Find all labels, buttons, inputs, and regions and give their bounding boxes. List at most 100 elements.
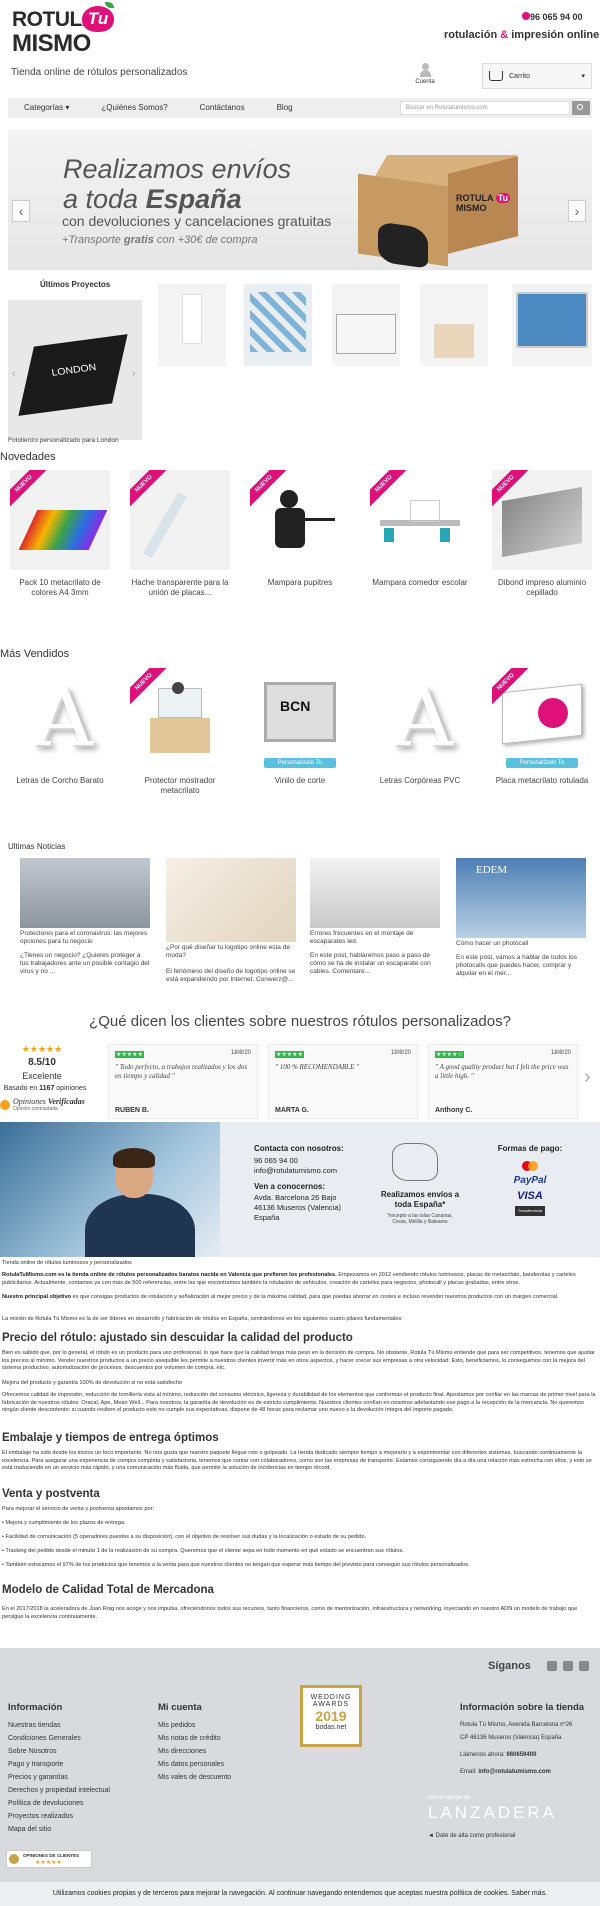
product-name[interactable]: Letras de Corcho Barato xyxy=(10,776,110,786)
project-main-image[interactable]: LONDON ‹ › xyxy=(8,300,142,440)
news-card-title[interactable]: Protectores para el coronavirus: las mej… xyxy=(20,930,150,946)
product-card[interactable]: NUEVO Mampara comedor escolar xyxy=(370,470,470,588)
score-box: ★★★★★ 8.5/10 Excelente xyxy=(12,1044,72,1081)
visa-logo: VISA xyxy=(517,1190,543,1202)
cart-button[interactable]: Carrito ▾ xyxy=(482,63,592,89)
visit-title: Ven a conocernos: xyxy=(254,1182,326,1191)
project-thumb[interactable] xyxy=(244,284,312,366)
product-card[interactable]: NUEVO Protector mostrador metacrilato xyxy=(130,668,230,796)
ship-note: *excepto a las islas Canarias, Ceuta, Me… xyxy=(387,1213,453,1225)
review-date: 18/8/20 xyxy=(550,1050,571,1056)
instagram-icon[interactable] xyxy=(578,1661,589,1671)
follow-label: Síganos xyxy=(488,1660,531,1672)
news-card[interactable]: EDEM Cómo hacer un photocall En este pos… xyxy=(456,858,586,978)
twitter-icon[interactable] xyxy=(562,1661,573,1671)
news-card[interactable]: Protectores para el coronavirus: las mej… xyxy=(20,858,150,976)
footer-link[interactable]: Mis datos personales xyxy=(158,1758,231,1771)
news-card-title[interactable]: Errores frecuentes en el montaje de esca… xyxy=(310,930,440,946)
opiniones-icon xyxy=(9,1854,19,1864)
project-next-icon[interactable]: › xyxy=(132,368,135,379)
header-phone[interactable]: 96 065 94 00 xyxy=(530,12,583,22)
project-prev-icon[interactable]: ‹ xyxy=(12,368,15,379)
product-card[interactable]: NUEVO Pack 10 metacrilato de colores A4 … xyxy=(10,470,110,598)
nav-contactanos[interactable]: Contáctanos xyxy=(184,98,261,118)
lanzadera-signup[interactable]: ◄ Date de alta como profesional xyxy=(428,1833,557,1839)
personalize-badge[interactable]: Personalízalo Tu xyxy=(506,758,578,768)
product-name[interactable]: Mampara pupitres xyxy=(250,578,350,588)
award-brand: bodas.net xyxy=(315,1724,347,1731)
product-card[interactable]: A Letras de Corcho Barato xyxy=(10,668,110,786)
store-call-number[interactable]: 960659400 xyxy=(506,1752,536,1758)
reviews-next-button[interactable]: › xyxy=(584,1066,591,1089)
footer-link[interactable]: Mis notas de crédito xyxy=(158,1732,231,1745)
logo-tu-badge: Tu xyxy=(82,6,114,32)
product-name[interactable]: Mampara comedor escolar xyxy=(370,578,470,588)
search-button[interactable] xyxy=(572,101,590,115)
banner-prev-button[interactable]: ‹ xyxy=(12,200,30,222)
site-logo[interactable]: ROTULA MISMO Tu xyxy=(12,2,122,62)
verified-badge[interactable]: Opiniones Verificadas Opinión contrastad… xyxy=(0,1097,85,1112)
personalize-badge[interactable]: Personalízalo Tu xyxy=(264,758,336,768)
news-card[interactable]: Errores frecuentes en el montaje de esca… xyxy=(310,858,440,976)
review-stars: ★★★★★ xyxy=(115,1051,144,1058)
lanzadera-logo[interactable]: con el apoyo de LANZADERA ◄ Date de alta… xyxy=(428,1795,557,1839)
footer-link[interactable]: Mis direcciones xyxy=(158,1745,231,1758)
review-card: ★★★★☆ 18/8/20 " A good quality product b… xyxy=(428,1044,578,1119)
product-name[interactable]: Hache transparente para la unión de plac… xyxy=(130,578,230,598)
footer-link[interactable]: Pago y transporte xyxy=(8,1758,110,1771)
nav-quienes-somos[interactable]: ¿Quiénes Somos? xyxy=(85,98,183,118)
footer-link[interactable]: Precios y garantías xyxy=(8,1771,110,1784)
store-phone: Llámenos ahora: 960659400 xyxy=(460,1751,596,1760)
project-thumb[interactable] xyxy=(158,284,226,366)
project-thumb[interactable] xyxy=(512,284,592,366)
news-card[interactable]: ¿Por qué diseñar tu logotipo online esta… xyxy=(166,858,296,984)
product-card[interactable]: A Letras Corpóreas PVC xyxy=(370,668,470,786)
nav-categorias[interactable]: Categorías ▾ xyxy=(8,98,85,118)
footer-link[interactable]: Mapa del sitio xyxy=(8,1823,110,1836)
search-input[interactable]: Buscar en Rotulatumismo.com xyxy=(400,101,570,115)
footer-link[interactable]: Sobre Nosotros xyxy=(8,1745,110,1758)
facebook-icon[interactable] xyxy=(546,1661,557,1671)
product-card[interactable]: NUEVO Dibond impreso aluminio cepillado xyxy=(492,470,592,598)
nav-blog[interactable]: Blog xyxy=(261,98,309,118)
contact-phone[interactable]: 96 065 94 00 xyxy=(254,1156,344,1166)
novedades-title: Novedades xyxy=(0,451,56,463)
product-name[interactable]: Vinilo de corte xyxy=(250,776,350,786)
review-author: Anthony C. xyxy=(435,1107,473,1114)
project-thumb[interactable] xyxy=(332,284,400,366)
based-on: Basado en 1167 opiniones xyxy=(0,1085,90,1092)
product-name[interactable]: Letras Corpóreas PVC xyxy=(370,776,470,786)
footer-link[interactable]: Condiciones Generales xyxy=(8,1732,110,1745)
slogan-amp: & xyxy=(500,29,509,41)
account-link[interactable]: Cuenta xyxy=(412,63,438,85)
footer-link[interactable]: Derechos y propiedad intelectual xyxy=(8,1784,110,1797)
product-name[interactable]: Pack 10 metacrilato de colores A4 3mm xyxy=(10,578,110,598)
product-name[interactable]: Dibond impreso aluminio cepillado xyxy=(492,578,592,598)
cookie-bar[interactable]: Utilizamos cookies propias y de terceros… xyxy=(0,1882,600,1906)
store-email: Email: info@rotulatumismo.com xyxy=(460,1768,596,1777)
store-mail-address[interactable]: info@rotulatumismo.com xyxy=(478,1769,551,1775)
product-card[interactable]: NUEVO Hache transparente para la unión d… xyxy=(130,470,230,598)
product-image: NUEVO xyxy=(370,470,470,570)
product-card[interactable]: BCN Personalízalo Tu Vinilo de corte xyxy=(250,668,350,786)
news-card-title[interactable]: Cómo hacer un photocall xyxy=(456,940,586,948)
lanzadera-name: LANZADERA xyxy=(428,1803,558,1822)
hero-banner[interactable]: Realizamos envíos a toda España con devo… xyxy=(8,130,592,270)
contact-email[interactable]: info@rotulatumismo.com xyxy=(254,1166,344,1176)
project-thumb[interactable] xyxy=(420,284,488,366)
banner-next-button[interactable]: › xyxy=(568,200,586,222)
footer-link[interactable]: Mis vales de descuento xyxy=(158,1771,231,1784)
product-card[interactable]: NUEVO Personalízalo Tu Placa metacrilato… xyxy=(492,668,592,786)
account-label: Cuenta xyxy=(415,79,435,85)
product-name[interactable]: Placa metacrilato rotulada xyxy=(492,776,592,786)
shipping-info: Realizamos envíos a toda España* *except… xyxy=(380,1190,460,1225)
product-card[interactable]: NUEVO Mampara pupitres xyxy=(250,470,350,588)
footer-link[interactable]: Mis pedidos xyxy=(158,1719,231,1732)
footer-link[interactable]: Política de devoluciones xyxy=(8,1797,110,1810)
site-header: ROTULA MISMO Tu Tienda online de rótulos… xyxy=(0,0,600,95)
product-name[interactable]: Protector mostrador metacrilato xyxy=(130,776,230,796)
footer-link[interactable]: Nuestras tiendas xyxy=(8,1719,110,1732)
footer-link[interactable]: Proyectos realizados xyxy=(8,1810,110,1823)
opiniones-badge[interactable]: OPINIONES DE CLIENTES ★★★★★ xyxy=(6,1850,92,1868)
tagline: Tienda online de rótulos personalizados xyxy=(11,67,188,78)
